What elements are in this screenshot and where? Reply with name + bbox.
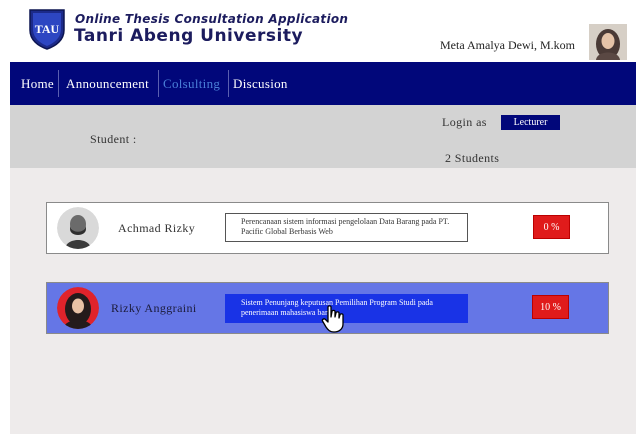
login-as-label: Login as xyxy=(442,115,487,129)
app-header: TAU Online Thesis Consultation Applicati… xyxy=(0,0,636,62)
logo-text: TAU xyxy=(35,22,60,36)
role-badge: Lecturer xyxy=(501,115,560,130)
nav-divider xyxy=(158,70,159,97)
nav-divider xyxy=(58,70,59,97)
thesis-title[interactable]: Perencanaan sistem informasi pengelolaan… xyxy=(225,213,468,242)
progress-badge: 10 % xyxy=(532,295,569,319)
progress-badge: 0 % xyxy=(533,215,570,239)
student-label: Student : xyxy=(90,132,137,146)
info-bar: Student : Login as Lecturer 2 Students xyxy=(10,105,636,168)
hand-cursor-icon xyxy=(321,305,344,333)
student-count: 2 Students xyxy=(445,151,500,165)
thesis-title[interactable]: Sistem Penunjang keputusan Pemilihan Pro… xyxy=(225,294,468,323)
app-subtitle: Online Thesis Consultation Application xyxy=(75,12,349,26)
student-avatar xyxy=(57,287,99,329)
main-nav: Home Announcement Colsulting Discusion xyxy=(10,62,636,105)
student-name: Rizky Anggraini xyxy=(111,301,197,315)
logged-in-user-name: Meta Amalya Dewi, M.kom xyxy=(440,38,575,52)
student-list-area: Achmad Rizky Perencanaan sistem informas… xyxy=(10,168,636,434)
nav-announcement[interactable]: Announcement xyxy=(66,76,149,92)
student-row[interactable]: Achmad Rizky Perencanaan sistem informas… xyxy=(46,202,609,254)
nav-divider xyxy=(228,70,229,97)
university-logo: TAU xyxy=(29,9,65,50)
user-avatar[interactable] xyxy=(589,24,627,60)
nav-home[interactable]: Home xyxy=(21,76,54,92)
student-avatar xyxy=(57,207,99,249)
student-name: Achmad Rizky xyxy=(118,221,196,235)
nav-consulting[interactable]: Colsulting xyxy=(163,76,220,92)
app-title: Tanri Abeng University xyxy=(74,26,304,46)
nav-discussion[interactable]: Discusion xyxy=(233,76,288,92)
